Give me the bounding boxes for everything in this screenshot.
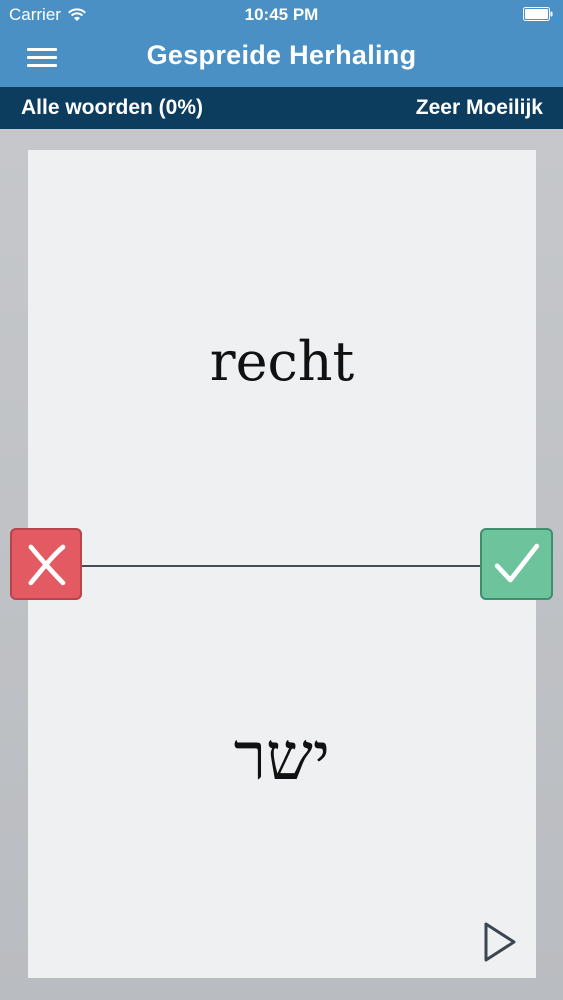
card-divider (82, 565, 482, 567)
play-icon[interactable] (480, 920, 520, 964)
status-time: 10:45 PM (244, 5, 319, 24)
close-icon (28, 544, 66, 586)
progress-bar-header: Alle woorden (0%) Zeer Moeilijk (0, 87, 563, 129)
app-header: Carrier 10:45 PM Gespreide Herhaling (0, 0, 563, 87)
battery-icon (523, 7, 553, 21)
flashcard (28, 150, 536, 978)
back-word: ישר (233, 718, 331, 795)
nav-bar: Gespreide Herhaling (0, 30, 563, 87)
wrong-answer-button[interactable] (10, 528, 82, 600)
word-list-label[interactable]: Alle woorden (0%) (21, 96, 203, 120)
front-word: recht (209, 330, 355, 393)
status-bar: Carrier 10:45 PM (0, 0, 563, 30)
page-title: Gespreide Herhaling (146, 40, 417, 70)
checkmark-icon (494, 543, 540, 583)
difficulty-label[interactable]: Zeer Moeilijk (416, 96, 543, 120)
correct-answer-button[interactable] (480, 528, 553, 600)
